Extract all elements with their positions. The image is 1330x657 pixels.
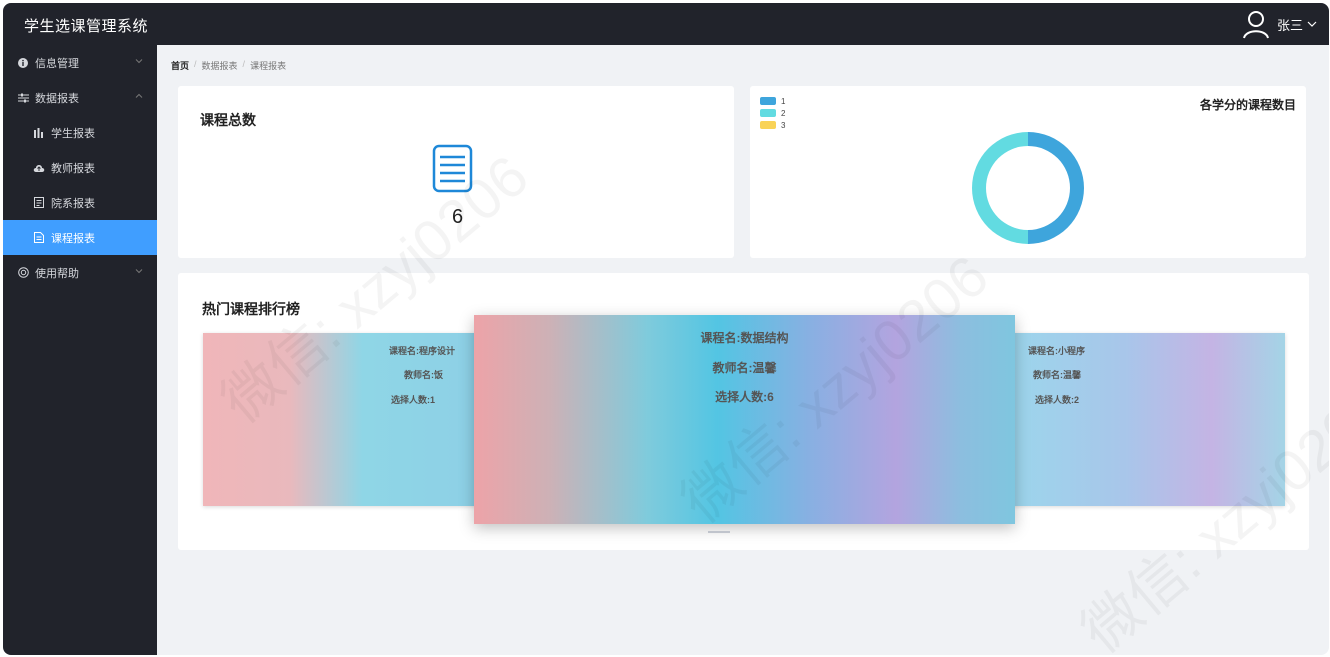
card-title: 热门课程排行榜 [202, 301, 300, 317]
course-slide[interactable]: 课程名:程序设计 教师名:饭 选择人数:1 [203, 333, 493, 506]
top-header: 学生选课管理系统 张三 [3, 3, 1329, 45]
total-courses-value: 6 [452, 206, 464, 228]
sidebar-item-info-management[interactable]: 信息管理 [3, 45, 157, 80]
sidebar-item-label: 学生报表 [51, 127, 95, 140]
chart-title: 各学分的课程数目 [1199, 98, 1296, 112]
breadcrumb: 首页 / 数据报表 / 课程报表 [171, 59, 286, 72]
breadcrumb-separator: / [242, 59, 246, 69]
breadcrumb-course-report: 课程报表 [250, 61, 287, 71]
carousel-indicator[interactable] [708, 531, 730, 533]
user-menu[interactable]: 张三 [1241, 8, 1317, 40]
slide-course-name: 课程名:程序设计 [389, 346, 455, 356]
user-avatar-icon [1243, 11, 1269, 39]
legend-item[interactable]: 1 [760, 95, 785, 107]
sidebar-item-label: 信息管理 [35, 57, 79, 70]
book-icon [432, 144, 473, 193]
legend-label: 3 [781, 120, 786, 130]
app-window: 学生选课管理系统 张三 信息管理 数据报表 学生报表 教师报表 院系报表 课程报… [3, 3, 1329, 655]
sliders-icon [17, 92, 29, 104]
app-title: 学生选课管理系统 [24, 18, 149, 35]
legend-swatch [760, 97, 776, 105]
breadcrumb-data-reports[interactable]: 数据报表 [202, 59, 238, 72]
donut-chart [972, 132, 1084, 244]
user-name: 张三 [1276, 17, 1303, 33]
legend-swatch [760, 121, 776, 129]
legend-item[interactable]: 3 [760, 119, 785, 131]
slide-selection-count: 选择人数:1 [391, 395, 436, 405]
sidebar-item-data-reports[interactable]: 数据报表 [3, 80, 157, 115]
donut-slice-2[interactable] [972, 132, 1028, 244]
sidebar-item-label: 数据报表 [35, 92, 79, 105]
slide-teacher-name: 教师名:温馨 [712, 361, 777, 375]
sidebar-item-label: 课程报表 [51, 232, 95, 245]
bar-chart-icon [33, 127, 45, 139]
cloud-upload-icon [33, 162, 45, 174]
file-text-icon [33, 232, 45, 244]
slide-teacher-name: 教师名:温馨 [1033, 370, 1081, 380]
hot-courses-card: 热门课程排行榜 课程名:程序设计 教师名:饭 选择人数:1 课程名:小程序 教师… [178, 273, 1309, 550]
chevron-down-icon [135, 59, 143, 64]
document-icon [33, 197, 45, 209]
help-icon [17, 267, 29, 279]
course-slide[interactable]: 课程名:小程序 教师名:温馨 选择人数:2 [993, 333, 1285, 506]
slide-selection-count: 选择人数:2 [1035, 395, 1080, 405]
breadcrumb-home[interactable]: 首页 [171, 59, 189, 72]
breadcrumb-separator: / [194, 59, 197, 69]
card-title: 课程总数 [200, 112, 256, 128]
legend-swatch [760, 109, 776, 117]
info-icon [17, 57, 29, 69]
credit-chart-card: 各学分的课程数目 1 2 3 [750, 86, 1306, 258]
slide-teacher-name: 教师名:饭 [404, 370, 443, 380]
slide-course-name: 课程名:小程序 [1028, 346, 1085, 356]
sidebar-item-teacher-report[interactable]: 教师报表 [3, 150, 157, 185]
slide-course-name: 课程名:数据结构 [700, 331, 789, 345]
chevron-up-icon [135, 93, 143, 98]
sidebar-item-course-report[interactable]: 课程报表 [3, 220, 157, 255]
course-slide-active[interactable]: 课程名:数据结构 教师名:温馨 选择人数:6 [474, 315, 1015, 524]
sidebar-item-label: 院系报表 [51, 197, 95, 210]
legend-item[interactable]: 2 [760, 107, 785, 119]
sidebar-item-label: 使用帮助 [35, 267, 79, 280]
sidebar-item-department-report[interactable]: 院系报表 [3, 185, 157, 220]
total-courses-card: 课程总数 6 [178, 86, 734, 258]
sidebar-item-label: 教师报表 [51, 162, 95, 175]
legend-label: 1 [781, 96, 786, 106]
slide-selection-count: 选择人数:6 [715, 390, 774, 404]
chevron-down-icon [135, 269, 143, 274]
donut-slice-1[interactable] [1028, 132, 1084, 244]
sidebar: 信息管理 数据报表 学生报表 教师报表 院系报表 课程报表 使用帮助 [3, 45, 157, 655]
chevron-down-icon [1307, 21, 1317, 27]
sidebar-item-student-report[interactable]: 学生报表 [3, 115, 157, 150]
chart-legend: 1 2 3 [760, 95, 785, 131]
legend-label: 2 [781, 108, 786, 118]
sidebar-item-help[interactable]: 使用帮助 [3, 255, 157, 290]
